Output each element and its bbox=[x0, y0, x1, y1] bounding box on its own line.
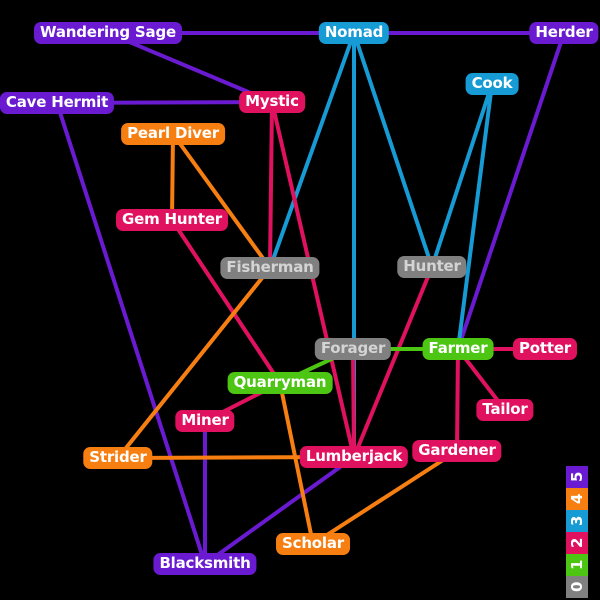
graph-edge bbox=[55, 101, 207, 566]
graph-edge bbox=[456, 82, 494, 351]
edges bbox=[55, 31, 566, 566]
graph-node-strider[interactable]: Strider bbox=[83, 447, 153, 469]
graph-node-fisherman[interactable]: Fisherman bbox=[220, 257, 320, 279]
graph-edge bbox=[170, 218, 282, 385]
graph-node-gardener[interactable]: Gardener bbox=[412, 440, 502, 462]
graph-node-label: Farmer bbox=[428, 339, 488, 357]
graph-node-lumberjack[interactable]: Lumberjack bbox=[299, 446, 409, 468]
graph-edge bbox=[351, 347, 356, 459]
graph-node-label: Blacksmith bbox=[159, 554, 251, 572]
graph-node-herder[interactable]: Herder bbox=[529, 22, 599, 44]
colorbar-tick-1: 1 bbox=[566, 554, 588, 576]
graph-node-scholar[interactable]: Scholar bbox=[276, 533, 350, 555]
graph-node-label: Wandering Sage bbox=[40, 23, 176, 41]
graph-node-forager[interactable]: Forager bbox=[314, 338, 392, 360]
colorbar-tick-4: 4 bbox=[566, 488, 588, 510]
graph-node-label: Scholar bbox=[282, 534, 344, 552]
graph-edge bbox=[455, 347, 460, 453]
graph-node-label: Fisherman bbox=[226, 258, 314, 276]
graph-edge bbox=[268, 100, 274, 270]
graph-node-label: Strider bbox=[89, 448, 147, 466]
colorbar-tick-5: 5 bbox=[566, 466, 588, 488]
graph-node-label: Herder bbox=[535, 23, 593, 41]
colorbar-tick-2: 2 bbox=[566, 532, 588, 554]
graph-node-farmer[interactable]: Farmer bbox=[422, 338, 494, 360]
graph-edge bbox=[170, 132, 175, 222]
colorbar-tick-3: 3 bbox=[566, 510, 588, 532]
graph-node-label: Forager bbox=[320, 339, 386, 357]
graph-node-tailor[interactable]: Tailor bbox=[476, 399, 534, 421]
graph-node-label: Pearl Diver bbox=[127, 124, 219, 142]
graph-edge bbox=[171, 132, 272, 270]
graph-node-quarryman[interactable]: Quarryman bbox=[227, 372, 333, 394]
graph-node-label: Gardener bbox=[418, 441, 496, 459]
graph-node-miner[interactable]: Miner bbox=[175, 410, 235, 432]
graph-node-label: Cook bbox=[471, 74, 513, 92]
graph-node-nomad[interactable]: Nomad bbox=[318, 22, 390, 44]
graph-node-label: Tailor bbox=[482, 400, 528, 418]
graph-node-label: Mystic bbox=[245, 92, 299, 110]
graph-node-label: Gem Hunter bbox=[122, 210, 222, 228]
graph-node-label: Nomad bbox=[324, 23, 384, 41]
graph-node-label: Hunter bbox=[403, 257, 461, 275]
graph-node-blacksmith[interactable]: Blacksmith bbox=[153, 553, 257, 575]
graph-node-cave-hermit[interactable]: Cave Hermit bbox=[0, 92, 115, 114]
graph-node-mystic[interactable]: Mystic bbox=[239, 91, 305, 113]
graph-node-label: Quarryman bbox=[233, 373, 327, 391]
graph-node-hunter[interactable]: Hunter bbox=[397, 256, 467, 278]
graph-node-label: Potter bbox=[518, 339, 572, 357]
graph-edge bbox=[430, 82, 494, 269]
graph-canvas: Wandering Sage Nomad Herder Cook Cave Hermit… bbox=[0, 0, 600, 600]
graph-edge bbox=[352, 265, 434, 459]
community-colorbar: 012345 bbox=[566, 466, 588, 598]
graph-node-wandering-sage[interactable]: Wandering Sage bbox=[34, 22, 182, 44]
graph-node-gem-hunter[interactable]: Gem Hunter bbox=[116, 209, 228, 231]
graph-node-cook[interactable]: Cook bbox=[465, 73, 519, 95]
colorbar-tick-0: 0 bbox=[566, 576, 588, 598]
graph-node-label: Lumberjack bbox=[305, 447, 403, 465]
graph-edge bbox=[352, 31, 434, 269]
graph-node-label: Miner bbox=[181, 411, 229, 429]
graph-node-label: Cave Hermit bbox=[5, 93, 109, 111]
graph-node-pearl-diver[interactable]: Pearl Diver bbox=[121, 123, 225, 145]
graph-node-potter[interactable]: Potter bbox=[512, 338, 578, 360]
